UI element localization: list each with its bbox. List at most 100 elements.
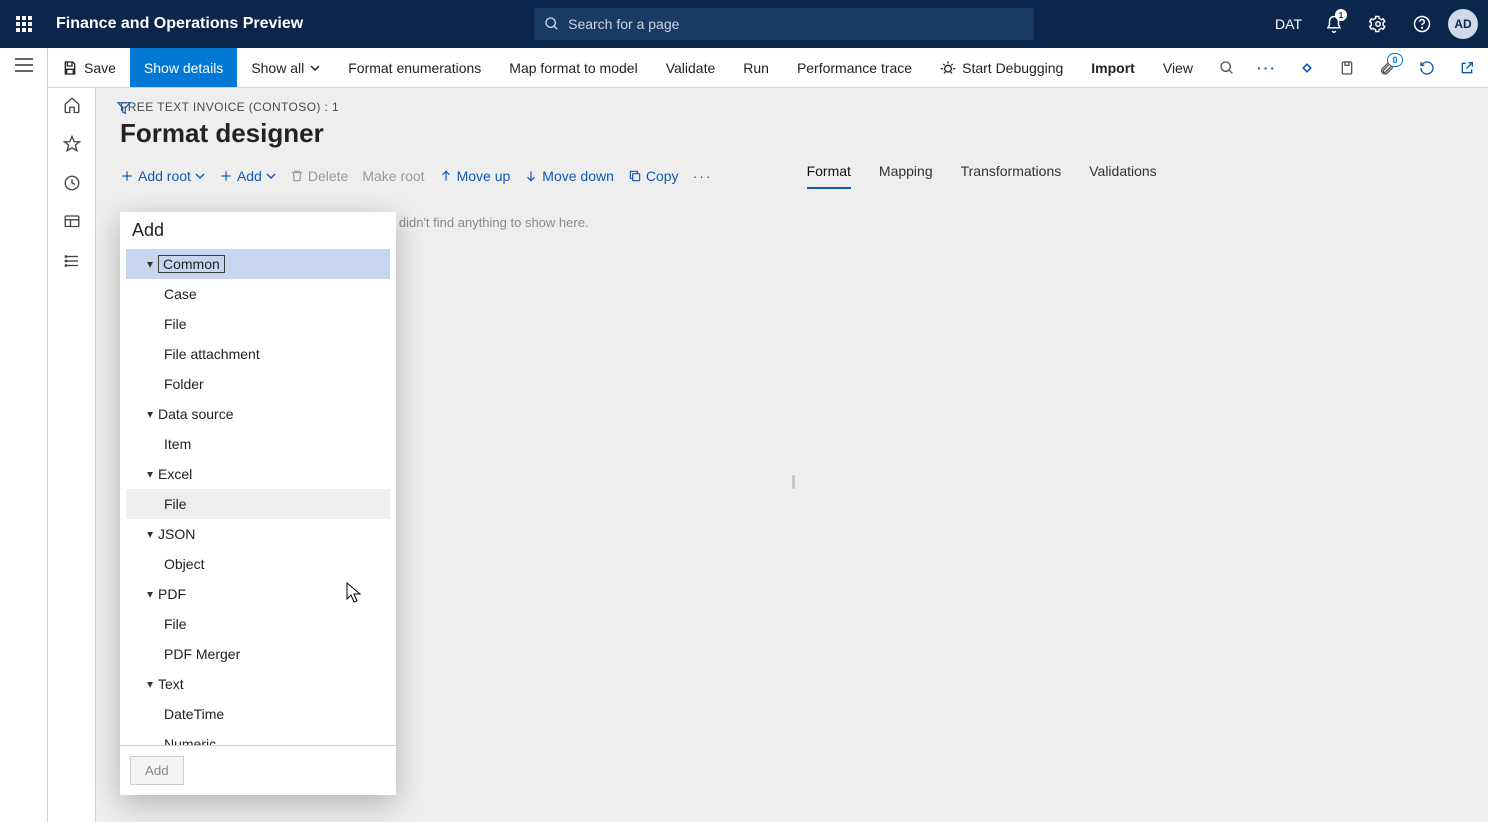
command-bar-far: ··· 0 — [1207, 48, 1488, 87]
debug-icon — [940, 60, 956, 76]
performance-trace-button[interactable]: Performance trace — [783, 48, 926, 87]
toolbar-overflow[interactable]: ··· — [693, 168, 713, 184]
attachments-button[interactable]: 0 — [1367, 48, 1407, 88]
tree-item[interactable]: File — [126, 609, 390, 639]
move-down-button[interactable]: Move down — [524, 168, 614, 184]
tree-group[interactable]: ▲PDF — [126, 579, 390, 609]
rail-workspaces[interactable] — [63, 213, 81, 234]
tree-item[interactable]: File — [126, 309, 390, 339]
tree-item[interactable]: PDF Merger — [126, 639, 390, 669]
tree-item[interactable]: Folder — [126, 369, 390, 399]
caret-icon: ▲ — [142, 679, 158, 690]
rail-modules[interactable] — [63, 252, 81, 273]
tree-group[interactable]: ▲Text — [126, 669, 390, 699]
app-title: Finance and Operations Preview — [56, 15, 303, 33]
main-region: Save Show details Show all Format enumer… — [48, 48, 1488, 822]
popout-icon — [1459, 60, 1475, 76]
help-icon — [1413, 15, 1431, 33]
breadcrumb: FREE TEXT INVOICE (CONTOSO) : 1 — [120, 100, 1488, 114]
import-label: Import — [1091, 60, 1135, 76]
app-launcher[interactable] — [0, 16, 48, 32]
settings-button[interactable] — [1356, 0, 1400, 48]
tree-item-label: Case — [164, 286, 197, 302]
tab-validations[interactable]: Validations — [1089, 163, 1156, 189]
quick-search-button[interactable] — [1207, 48, 1247, 88]
copy-button[interactable]: Copy — [628, 168, 679, 184]
rail-recent[interactable] — [63, 174, 81, 195]
tree-item[interactable]: Item — [126, 429, 390, 459]
company-picker[interactable]: DAT — [1265, 16, 1312, 32]
global-search[interactable]: Search for a page — [534, 8, 1034, 40]
tree-group[interactable]: ▲Common — [126, 249, 390, 279]
help-button[interactable] — [1400, 0, 1444, 48]
move-down-label: Move down — [542, 168, 614, 184]
validate-button[interactable]: Validate — [652, 48, 730, 87]
clock-icon — [63, 174, 81, 192]
add-root-button[interactable]: Add root — [120, 168, 205, 184]
nav-toggle[interactable] — [15, 58, 33, 75]
start-debugging-button[interactable]: Start Debugging — [926, 48, 1077, 87]
splitter-handle[interactable] — [792, 475, 795, 489]
nav-rail — [48, 88, 96, 822]
delete-button[interactable]: Delete — [290, 168, 348, 184]
caret-icon: ▲ — [142, 529, 158, 540]
caret-icon: ▲ — [142, 469, 158, 480]
tree-group[interactable]: ▲JSON — [126, 519, 390, 549]
tree-item[interactable]: Case — [126, 279, 390, 309]
show-all-button[interactable]: Show all — [237, 48, 334, 87]
overflow-button[interactable]: ··· — [1247, 48, 1287, 88]
gear-icon — [1369, 15, 1387, 33]
plus-icon — [120, 169, 134, 183]
add-button[interactable]: Add — [219, 168, 276, 184]
show-details-label: Show details — [144, 60, 223, 76]
page-content: FREE TEXT INVOICE (CONTOSO) : 1 Format d… — [96, 128, 1488, 822]
tree-group[interactable]: ▲Data source — [126, 399, 390, 429]
tree-item-label: File attachment — [164, 346, 260, 362]
run-button[interactable]: Run — [729, 48, 783, 87]
trace-label: Performance trace — [797, 60, 912, 76]
tree-item-label: Folder — [164, 376, 204, 392]
tab-format[interactable]: Format — [807, 163, 851, 189]
format-enumerations-button[interactable]: Format enumerations — [334, 48, 495, 87]
search-placeholder: Search for a page — [568, 16, 679, 32]
tree-item[interactable]: File attachment — [126, 339, 390, 369]
add-confirm-button[interactable]: Add — [130, 756, 184, 785]
map-format-button[interactable]: Map format to model — [495, 48, 651, 87]
save-button[interactable]: Save — [48, 48, 130, 87]
tree-group-label: Data source — [158, 406, 233, 422]
tree-item[interactable]: DateTime — [126, 699, 390, 729]
notifications-button[interactable]: 1 — [1312, 0, 1356, 48]
rail-home[interactable] — [63, 96, 81, 117]
page-options-button[interactable] — [1327, 48, 1367, 88]
header-far-items: DAT 1 AD — [1265, 0, 1488, 48]
start-debug-label: Start Debugging — [962, 60, 1063, 76]
tree-item[interactable]: Object — [126, 549, 390, 579]
tree-item-label: Object — [164, 556, 204, 572]
shell: Save Show details Show all Format enumer… — [0, 48, 1488, 822]
tree-item-label: DateTime — [164, 706, 224, 722]
caret-icon: ▲ — [142, 409, 158, 420]
refresh-button[interactable] — [1407, 48, 1447, 88]
tree-group-label: Excel — [158, 466, 192, 482]
import-button[interactable]: Import — [1077, 48, 1149, 87]
attachments-badge: 0 — [1387, 53, 1403, 67]
copy-label: Copy — [646, 168, 679, 184]
popout-button[interactable] — [1447, 48, 1487, 88]
connector-button[interactable] — [1287, 48, 1327, 88]
rail-favorites[interactable] — [63, 135, 81, 156]
show-details-button[interactable]: Show details — [130, 48, 237, 87]
empty-message: We didn't find anything to show here. — [376, 215, 1488, 230]
tab-transformations[interactable]: Transformations — [961, 163, 1062, 189]
add-tree[interactable]: ▲CommonCaseFileFile attachmentFolder▲Dat… — [120, 245, 396, 745]
tree-item-label: File — [164, 496, 187, 512]
tree-group[interactable]: ▲Excel — [126, 459, 390, 489]
move-up-button[interactable]: Move up — [439, 168, 511, 184]
view-button[interactable]: View — [1149, 48, 1207, 87]
make-root-button[interactable]: Make root — [362, 168, 424, 184]
avatar[interactable]: AD — [1448, 9, 1478, 39]
tree-item[interactable]: File — [126, 489, 390, 519]
tree-item[interactable]: Numeric — [126, 729, 390, 745]
make-root-label: Make root — [362, 168, 424, 184]
modules-icon — [63, 252, 81, 270]
tab-mapping[interactable]: Mapping — [879, 163, 933, 189]
